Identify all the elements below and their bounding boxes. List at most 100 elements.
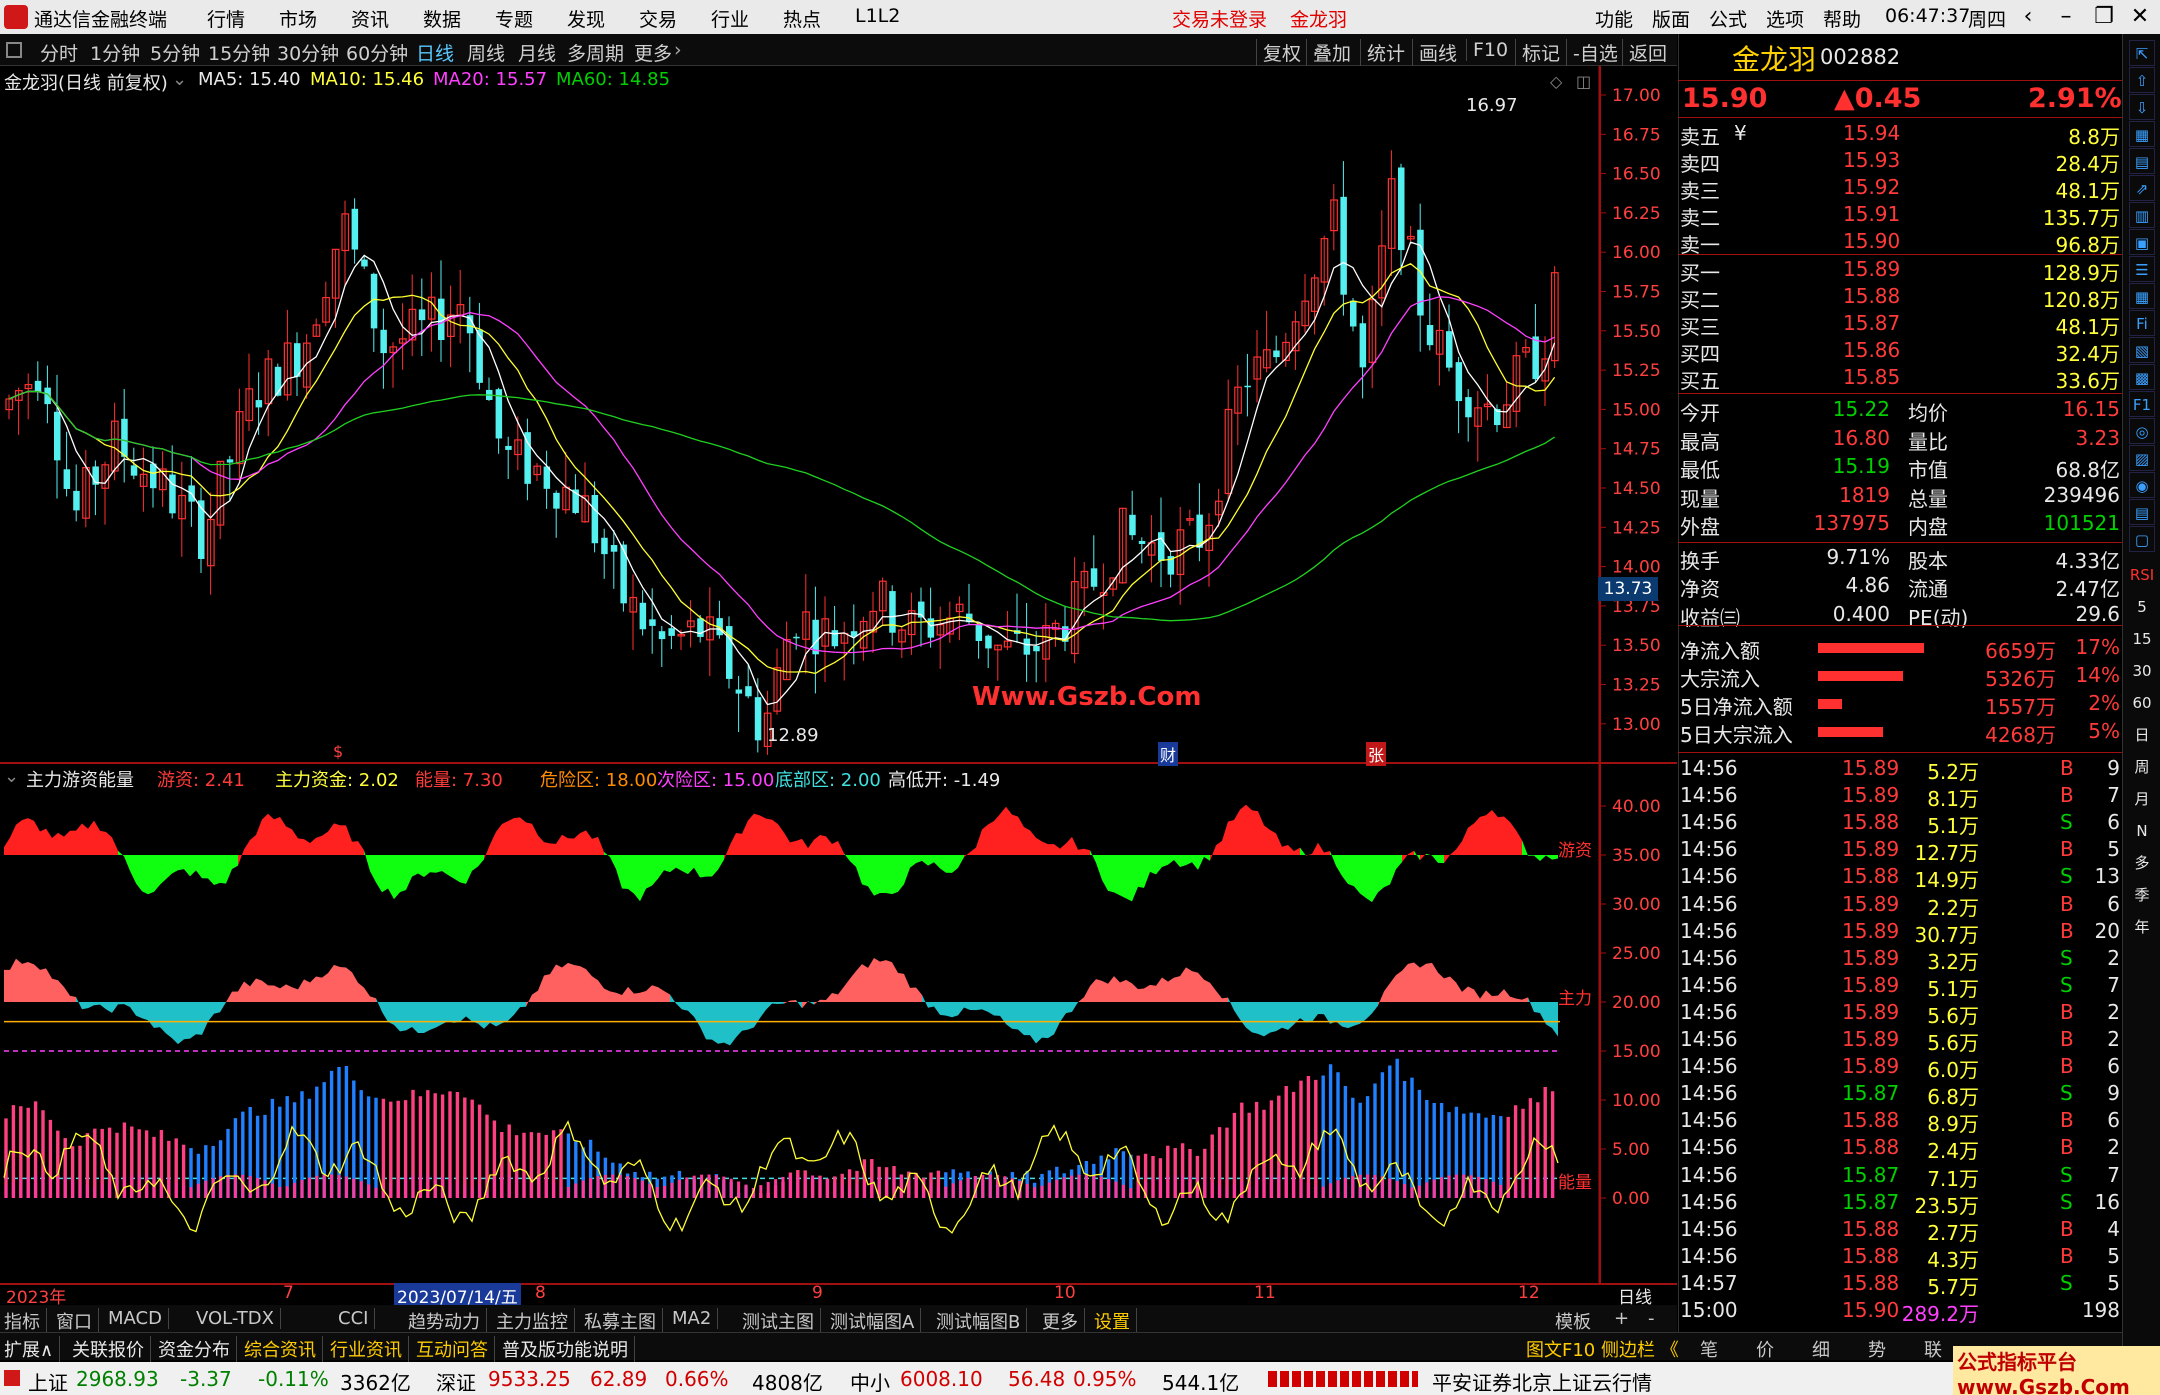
indicator-tab[interactable]: CCI: [338, 1308, 376, 1329]
side-tool-icon[interactable]: ▦: [2129, 283, 2155, 309]
side-tool-icon[interactable]: ▤: [2129, 148, 2155, 174]
quote-tab[interactable]: 联: [1924, 1336, 1942, 1362]
chevron-right-icon[interactable]: ›: [674, 39, 682, 61]
remove-button[interactable]: -: [1648, 1308, 1661, 1329]
side-tool-icon[interactable]: ⇧: [2129, 67, 2155, 93]
toolbar-button[interactable]: 画线: [1412, 39, 1457, 66]
period-tab-active[interactable]: 日线: [416, 39, 454, 66]
quote-tab[interactable]: 势: [1868, 1336, 1886, 1362]
side-tool-icon[interactable]: ▣: [2129, 229, 2155, 255]
menu-right-item[interactable]: 版面: [1652, 5, 1690, 32]
toolbar-button[interactable]: 统计: [1360, 39, 1405, 66]
side-period-label[interactable]: N: [2129, 818, 2155, 844]
menu-right-item[interactable]: 功能: [1595, 5, 1633, 32]
template-button[interactable]: 模板: [1555, 1308, 1597, 1334]
grid-icon[interactable]: [6, 42, 22, 58]
quote-tab[interactable]: 笔: [1700, 1336, 1718, 1362]
indicator-tab[interactable]: 测试主图: [742, 1308, 821, 1334]
side-period-label[interactable]: 月: [2129, 786, 2155, 812]
ask-level[interactable]: 卖一 15.90 96.8万: [1678, 228, 2122, 257]
indicator-tab[interactable]: 设置: [1094, 1308, 1137, 1334]
side-tool-icon[interactable]: ▨: [2129, 445, 2155, 471]
bid-level[interactable]: 买四 15.86 32.4万: [1678, 337, 2122, 366]
add-button[interactable]: +: [1614, 1308, 1635, 1329]
toolbar-button[interactable]: 返回: [1622, 39, 1667, 66]
toolbar-button[interactable]: F10: [1466, 39, 1508, 61]
menu-item[interactable]: 交易: [639, 5, 677, 32]
indicator-tab[interactable]: 测试幅图A: [830, 1308, 922, 1334]
info-tab[interactable]: 行业资讯: [330, 1336, 409, 1362]
login-status[interactable]: 交易未登录: [1172, 5, 1267, 32]
info-tab[interactable]: 普及版功能说明: [502, 1336, 635, 1362]
menu-item[interactable]: 专题: [495, 5, 533, 32]
menu-item[interactable]: 热点: [783, 5, 821, 32]
side-tool-icon[interactable]: F1: [2129, 391, 2155, 417]
main-kline-chart[interactable]: 17.00 16.75 16.50 16.25 16.00 15.75 15.50 15.25…: [0, 66, 1677, 1306]
info-tab[interactable]: 关联报价: [72, 1336, 151, 1362]
toolbar-button[interactable]: 复权: [1256, 39, 1301, 66]
toolbar-button[interactable]: 标记: [1515, 39, 1560, 66]
server-name[interactable]: 平安证券北京上证云行情: [1432, 1367, 1652, 1395]
side-period-label[interactable]: 30: [2129, 658, 2155, 684]
quote-tab[interactable]: 细: [1812, 1336, 1830, 1362]
indicator-tab[interactable]: VOL-TDX: [196, 1308, 281, 1329]
dropdown-icon[interactable]: ⌄: [4, 766, 19, 787]
period-tab[interactable]: 分时: [40, 39, 78, 66]
side-tool-icon[interactable]: ▩: [2129, 364, 2155, 390]
limit-up-marker[interactable]: 张: [1366, 742, 1387, 766]
back-icon[interactable]: ‹: [2010, 2, 2046, 32]
menu-right-item[interactable]: 帮助: [1823, 5, 1861, 32]
restore-icon[interactable]: ❐: [2086, 2, 2122, 32]
toolbar-button[interactable]: -自选: [1566, 39, 1618, 66]
side-tool-icon[interactable]: ⇩: [2129, 94, 2155, 120]
indicator-tab[interactable]: MACD: [108, 1308, 169, 1329]
ask-level[interactable]: 卖三 15.92 48.1万: [1678, 174, 2122, 203]
menu-item[interactable]: 市场: [279, 5, 317, 32]
info-tab[interactable]: 扩展∧: [4, 1336, 61, 1362]
side-tool-icon[interactable]: ◎: [2129, 418, 2155, 444]
side-tool-icon[interactable]: ▢: [2129, 526, 2155, 552]
menu-right-item[interactable]: 公式: [1709, 5, 1747, 32]
period-tab[interactable]: 月线: [518, 39, 556, 66]
ask-level[interactable]: 卖五 15.94 8.8万 ¥: [1678, 120, 2122, 149]
close-icon[interactable]: ✕: [2122, 2, 2158, 32]
ask-level[interactable]: 卖四 15.93 28.4万: [1678, 147, 2122, 176]
period-tab[interactable]: 30分钟: [277, 39, 339, 66]
bid-level[interactable]: 买一 15.89 128.9万: [1678, 256, 2122, 285]
event-marker[interactable]: $: [333, 742, 343, 761]
side-period-label[interactable]: 年: [2129, 914, 2155, 940]
indicator-tab[interactable]: 指标: [4, 1308, 47, 1334]
side-period-label[interactable]: 季: [2129, 882, 2155, 908]
sidebar-toggle[interactable]: 图文F10 侧边栏 《: [1526, 1336, 1679, 1362]
menu-item[interactable]: 行情: [207, 5, 245, 32]
side-period-label[interactable]: 日: [2129, 722, 2155, 748]
period-tab[interactable]: 周线: [467, 39, 505, 66]
indicator-tab[interactable]: 更多: [1042, 1308, 1085, 1334]
minimize-icon[interactable]: –: [2048, 2, 2084, 32]
finance-marker[interactable]: 财: [1158, 742, 1179, 766]
period-tab[interactable]: 5分钟: [150, 39, 200, 66]
period-tab[interactable]: 1分钟: [90, 39, 140, 66]
side-period-label[interactable]: 5: [2129, 594, 2155, 620]
indicator-tab[interactable]: 主力监控: [496, 1308, 575, 1334]
side-tool-icon[interactable]: Fi: [2129, 310, 2155, 336]
side-period-label[interactable]: 多: [2129, 850, 2155, 876]
quote-tab[interactable]: 价: [1756, 1336, 1774, 1362]
menu-item[interactable]: 数据: [423, 5, 461, 32]
menu-item[interactable]: L1L2: [855, 5, 900, 27]
menu-right-item[interactable]: 选项: [1766, 5, 1804, 32]
info-tab[interactable]: 互动问答: [416, 1336, 495, 1362]
bid-level[interactable]: 买三 15.87 48.1万: [1678, 310, 2122, 339]
window-toggle-icon[interactable]: ◫: [1576, 72, 1591, 91]
bid-level[interactable]: 买五 15.85 33.6万: [1678, 364, 2122, 393]
side-tool-icon[interactable]: ☰: [2129, 256, 2155, 282]
toolbar-button[interactable]: 叠加: [1306, 39, 1351, 66]
info-tab[interactable]: 资金分布: [158, 1336, 237, 1362]
side-period-label[interactable]: 周: [2129, 754, 2155, 780]
side-tool-icon[interactable]: ▥: [2129, 202, 2155, 228]
indicator-tab[interactable]: 私募主图: [584, 1308, 663, 1334]
side-period-label[interactable]: RSI: [2129, 562, 2155, 588]
info-tab[interactable]: 综合资讯: [244, 1336, 323, 1362]
side-period-label[interactable]: 15: [2129, 626, 2155, 652]
side-period-label[interactable]: 60: [2129, 690, 2155, 716]
